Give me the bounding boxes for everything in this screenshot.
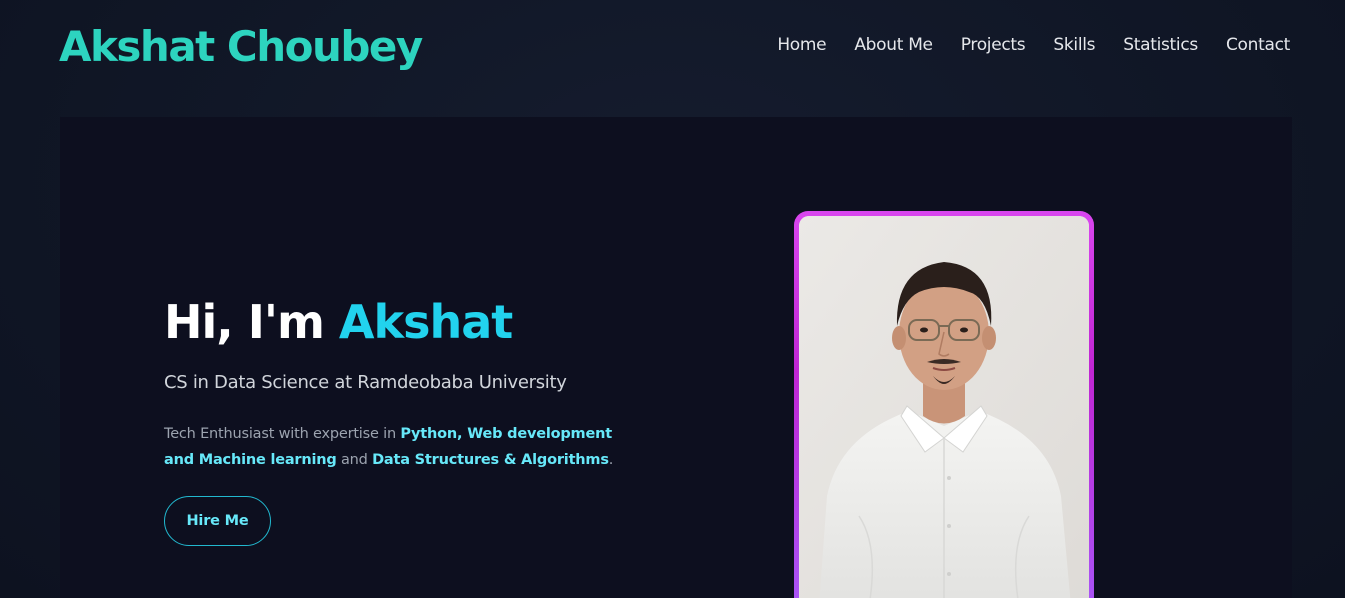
desc-end: . xyxy=(608,452,614,468)
nav-about[interactable]: About Me xyxy=(854,33,933,57)
nav-skills[interactable]: Skills xyxy=(1053,33,1095,57)
hero-subtitle: CS in Data Science at Ramdeobaba Univers… xyxy=(164,372,567,393)
profile-photo-illustration xyxy=(799,216,1089,598)
desc-dsa: Data Structures & Algorithms xyxy=(372,452,609,468)
main-nav: Home About Me Projects Skills Statistics… xyxy=(749,33,1290,57)
hire-me-button[interactable]: Hire Me xyxy=(164,496,271,546)
profile-photo-frame xyxy=(794,211,1094,598)
profile-photo xyxy=(799,216,1089,598)
brand-logo[interactable]: Akshat Choubey xyxy=(59,20,423,74)
nav-contact[interactable]: Contact xyxy=(1226,33,1290,57)
desc-mid: and xyxy=(336,452,373,468)
page: Akshat Choubey Home About Me Projects Sk… xyxy=(0,0,1345,598)
nav-home[interactable]: Home xyxy=(777,33,826,57)
nav-projects[interactable]: Projects xyxy=(961,33,1026,57)
hero-greeting: Hi, I'm xyxy=(164,295,339,349)
hero-section: Hi, I'm Akshat CS in Data Science at Ram… xyxy=(60,117,1292,598)
hero-name: Akshat xyxy=(338,295,513,349)
hero-heading: Hi, I'm Akshat xyxy=(164,289,513,355)
desc-prefix: Tech Enthusiast with expertise in xyxy=(164,426,401,442)
site-header: Akshat Choubey Home About Me Projects Sk… xyxy=(0,0,1345,95)
hero-description: Tech Enthusiast with expertise in Python… xyxy=(164,421,644,473)
nav-statistics[interactable]: Statistics xyxy=(1123,33,1198,57)
